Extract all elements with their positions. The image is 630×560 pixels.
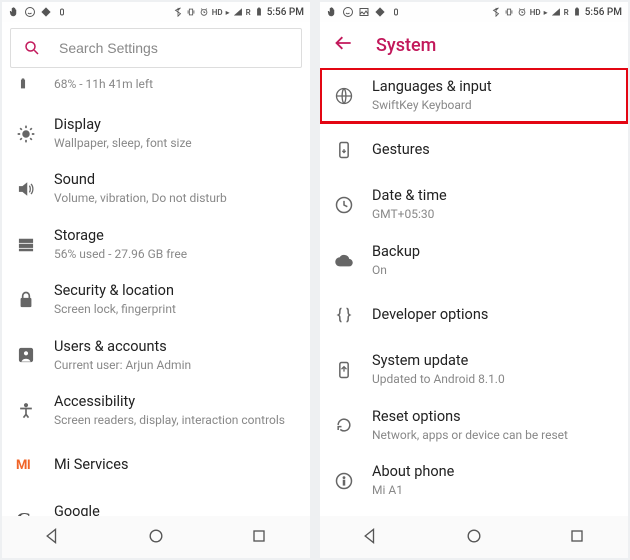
- battery-icon: [254, 7, 264, 17]
- status-bar: HD ▸ R 5:56 PM: [320, 2, 628, 22]
- info-icon: [334, 471, 372, 491]
- alarm-icon: [199, 7, 209, 17]
- bluetooth-icon: [173, 7, 183, 17]
- header-bar: System: [320, 22, 628, 68]
- brightness-icon: [40, 6, 52, 18]
- accessibility-icon: [16, 401, 54, 421]
- settings-row-mi-services[interactable]: MI Mi Services: [2, 439, 310, 493]
- settings-row-google[interactable]: G Google Services & preferences: [2, 493, 310, 516]
- system-row-backup[interactable]: Backup On: [320, 233, 628, 288]
- status-clock: 5:56 PM: [585, 7, 622, 18]
- settings-list: 68% - 11h 41m left Display Wallpaper, sl…: [2, 72, 310, 516]
- hd-indicator: HD: [530, 8, 541, 17]
- signal-icon: [233, 7, 243, 17]
- user-icon: [16, 345, 54, 365]
- nav-recent-button[interactable]: [567, 526, 587, 550]
- signal-icon: [551, 7, 561, 17]
- reset-icon: [334, 415, 372, 435]
- alarm-icon: [517, 7, 527, 17]
- storage-icon: [16, 235, 54, 255]
- hd-indicator: HD: [212, 8, 223, 17]
- mi-logo-icon: MI: [16, 458, 54, 473]
- system-row-update[interactable]: System update Updated to Android 8.1.0: [320, 342, 628, 397]
- settings-row-users[interactable]: Users & accounts Current user: Arjun Adm…: [2, 328, 310, 383]
- arrow-left-icon: [334, 38, 354, 57]
- settings-main-screen: HD ▸ R 5:56 PM 68% - 11h 41m left: [2, 2, 310, 558]
- navigation-bar: [320, 516, 628, 558]
- whatsapp-icon: [342, 6, 354, 18]
- navigation-bar: [2, 516, 310, 558]
- watch-icon: [56, 6, 68, 18]
- braces-icon: [334, 305, 372, 325]
- nav-home-button[interactable]: [146, 526, 166, 550]
- back-button[interactable]: [334, 33, 354, 57]
- search-settings-bar[interactable]: [10, 28, 302, 68]
- nav-back-button[interactable]: [43, 526, 63, 550]
- status-clock: 5:56 PM: [267, 7, 304, 18]
- settings-row-security[interactable]: Security & location Screen lock, fingerp…: [2, 272, 310, 327]
- settings-row-display[interactable]: Display Wallpaper, sleep, font size: [2, 106, 310, 161]
- settings-row-accessibility[interactable]: Accessibility Screen readers, display, i…: [2, 383, 310, 438]
- settings-row-storage[interactable]: Storage 56% used - 27.96 GB free: [2, 217, 310, 272]
- gestures-icon: [334, 140, 372, 160]
- vibrate-icon: [186, 7, 196, 17]
- gallery-icon: [358, 6, 370, 18]
- nav-back-button[interactable]: [361, 526, 381, 550]
- page-title: System: [376, 35, 436, 56]
- cloud-icon: [334, 251, 372, 271]
- clock-icon: [334, 195, 372, 215]
- settings-row-battery[interactable]: 68% - 11h 41m left: [2, 72, 310, 106]
- bluetooth-icon: [491, 7, 501, 17]
- hand-icon: [326, 6, 338, 18]
- watch-icon: [390, 6, 402, 18]
- nav-recent-button[interactable]: [249, 526, 269, 550]
- status-bar: HD ▸ R 5:56 PM: [2, 2, 310, 22]
- system-row-gestures[interactable]: Gestures: [320, 123, 628, 177]
- brightness-icon: [374, 6, 386, 18]
- search-input[interactable]: [59, 40, 289, 56]
- hand-icon: [8, 6, 20, 18]
- system-row-about[interactable]: About phone Mi A1: [320, 453, 628, 508]
- roaming-indicator: R: [564, 8, 569, 17]
- lock-icon: [16, 290, 54, 310]
- battery-sub: 68% - 11h 41m left: [54, 77, 296, 93]
- globe-icon: [334, 86, 372, 106]
- display-icon: [16, 124, 54, 144]
- battery-icon: [572, 7, 582, 17]
- google-logo-icon: G: [16, 509, 54, 516]
- search-icon: [23, 39, 41, 57]
- system-list: Languages & input SwiftKey Keyboard Gest…: [320, 68, 628, 516]
- system-row-languages[interactable]: Languages & input SwiftKey Keyboard: [320, 68, 628, 123]
- nav-home-button[interactable]: [464, 526, 484, 550]
- system-row-developer[interactable]: Developer options: [320, 288, 628, 342]
- sound-icon: [16, 179, 54, 199]
- update-icon: [334, 360, 372, 380]
- whatsapp-icon: [24, 6, 36, 18]
- system-row-datetime[interactable]: Date & time GMT+05:30: [320, 177, 628, 232]
- battery-row-icon: [16, 77, 54, 91]
- vibrate-icon: [504, 7, 514, 17]
- system-settings-screen: HD ▸ R 5:56 PM System Languages & input …: [320, 2, 628, 558]
- settings-row-sound[interactable]: Sound Volume, vibration, Do not disturb: [2, 161, 310, 216]
- roaming-indicator: R: [246, 8, 251, 17]
- system-row-reset[interactable]: Reset options Network, apps or device ca…: [320, 398, 628, 453]
